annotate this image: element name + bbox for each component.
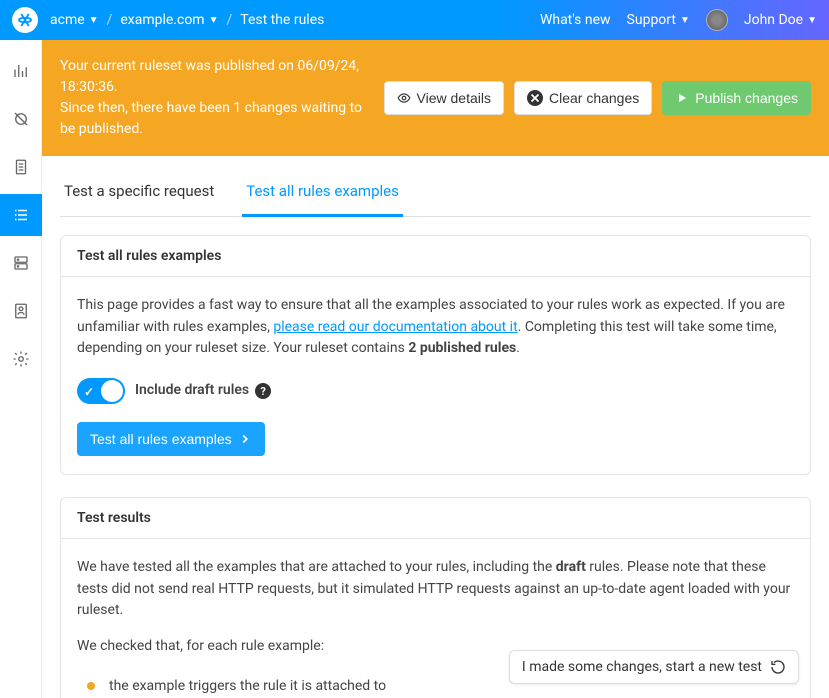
clear-changes-button[interactable]: Clear changes: [514, 81, 652, 115]
sidebar: [0, 40, 42, 698]
sidebar-item-settings[interactable]: [0, 338, 42, 380]
topbar-right: What's new Support ▼ John Doe ▼: [540, 9, 817, 31]
chevron-down-icon: ▼: [89, 15, 99, 26]
restart-icon: [770, 659, 786, 675]
play-icon: [675, 91, 689, 105]
sidebar-item-profile[interactable]: [0, 290, 42, 332]
sidebar-item-server[interactable]: [0, 242, 42, 284]
user-menu[interactable]: John Doe ▼: [744, 12, 817, 28]
breadcrumb-separator: /: [226, 12, 232, 28]
view-details-button[interactable]: View details: [384, 81, 504, 115]
panel-title: Test all rules examples: [61, 236, 810, 277]
breadcrumb-site[interactable]: example.com ▼: [120, 12, 218, 28]
avatar[interactable]: [706, 9, 728, 31]
sidebar-item-rules[interactable]: [0, 194, 42, 236]
toggle-label: Include draft rules ?: [135, 380, 271, 402]
breadcrumb-page: Test the rules: [240, 12, 324, 28]
panel-test-examples: Test all rules examples This page provid…: [60, 235, 811, 475]
include-draft-toggle[interactable]: ✓: [77, 378, 125, 404]
banner-text: Your current ruleset was published on 06…: [60, 56, 374, 140]
documentation-link[interactable]: please read our documentation about it: [273, 319, 517, 335]
sidebar-item-draw[interactable]: [0, 98, 42, 140]
sidebar-item-document[interactable]: [0, 146, 42, 188]
eye-icon: [397, 91, 411, 105]
chevron-right-icon: [238, 432, 252, 446]
topbar: acme ▼ / example.com ▼ / Test the rules …: [0, 0, 829, 40]
sidebar-item-analytics[interactable]: [0, 50, 42, 92]
publish-changes-button[interactable]: Publish changes: [662, 81, 811, 115]
results-intro: We have tested all the examples that are…: [77, 557, 794, 622]
tab-specific-request[interactable]: Test a specific request: [60, 172, 218, 216]
test-all-button[interactable]: Test all rules examples: [77, 422, 265, 456]
panel-title: Test results: [61, 498, 810, 539]
tab-all-examples[interactable]: Test all rules examples: [242, 172, 403, 217]
close-circle-icon: [527, 90, 543, 106]
check-icon: ✓: [84, 383, 94, 402]
tabs: Test a specific request Test all rules e…: [60, 172, 811, 217]
whats-new-link[interactable]: What's new: [540, 12, 611, 28]
logo[interactable]: [12, 7, 38, 33]
main-content: Your current ruleset was published on 06…: [42, 40, 829, 698]
chevron-down-icon: ▼: [680, 15, 690, 26]
publish-banner: Your current ruleset was published on 06…: [42, 40, 829, 156]
chevron-down-icon: ▼: [209, 15, 219, 26]
breadcrumbs: acme ▼ / example.com ▼ / Test the rules: [50, 12, 540, 28]
intro-text: This page provides a fast way to ensure …: [77, 295, 794, 360]
restart-test-button[interactable]: I made some changes, start a new test: [509, 650, 799, 684]
chevron-down-icon: ▼: [807, 15, 817, 26]
help-icon[interactable]: ?: [255, 383, 271, 399]
support-link[interactable]: Support ▼: [627, 12, 690, 28]
breadcrumb-org[interactable]: acme ▼: [50, 12, 99, 28]
breadcrumb-separator: /: [107, 12, 113, 28]
